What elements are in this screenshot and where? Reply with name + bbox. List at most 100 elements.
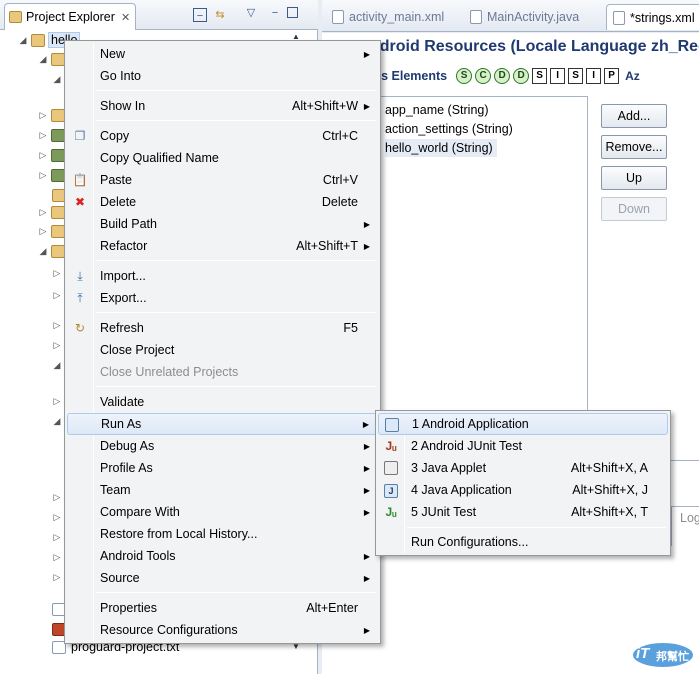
menu-item-import[interactable]: ⤓ Import... (67, 265, 378, 287)
tree-item[interactable]: ▷ (52, 336, 62, 354)
tree-item[interactable]: ◢ (38, 50, 65, 68)
collapse-arrow-icon[interactable]: ▷ (38, 130, 48, 141)
filter-color-icon[interactable]: C (475, 68, 492, 84)
tree-item[interactable]: ▷ (38, 203, 65, 221)
list-item[interactable]: action_settings (String) (385, 120, 513, 138)
expand-arrow-icon[interactable]: ◢ (52, 74, 62, 85)
expand-arrow-icon[interactable]: ◢ (18, 35, 28, 46)
tree-item[interactable]: ▷ (52, 508, 62, 526)
collapse-arrow-icon[interactable]: ▷ (52, 552, 62, 563)
tab-mainactivity-java[interactable]: MainActivity.java (464, 4, 585, 30)
tree-item[interactable]: ▷ (38, 222, 65, 240)
tree-item[interactable]: ▷ (52, 264, 62, 282)
minimize-icon[interactable]: − (268, 6, 282, 20)
collapse-arrow-icon[interactable]: ▷ (52, 572, 62, 583)
menu-item-refactor[interactable]: Refactor Alt+Shift+T ▶ (67, 235, 378, 257)
filter-style-icon[interactable]: S (532, 68, 548, 84)
collapse-arrow-icon[interactable]: ▷ (38, 170, 48, 181)
filter-dimension-icon[interactable]: D (494, 68, 511, 84)
link-with-editor-icon[interactable]: ⇆ (213, 8, 227, 22)
collapse-arrow-icon[interactable]: ▷ (52, 320, 62, 331)
collapse-arrow-icon[interactable]: ▷ (52, 396, 62, 407)
menu-item-java-application[interactable]: J 4 Java Application Alt+Shift+X, J (378, 479, 668, 501)
up-button[interactable]: Up (601, 166, 667, 190)
collapse-arrow-icon[interactable]: ▷ (38, 150, 48, 161)
collapse-arrow-icon[interactable]: ▷ (52, 268, 62, 279)
menu-item-android-tools[interactable]: Android Tools ▶ (67, 545, 378, 567)
list-item[interactable]: hello_world (String) (385, 139, 497, 157)
expand-arrow-icon[interactable]: ◢ (38, 246, 48, 257)
menu-item-compare-with[interactable]: Compare With ▶ (67, 501, 378, 523)
tree-item[interactable]: ◢ (52, 356, 62, 374)
menu-item-android-application[interactable]: 1 Android Application (378, 413, 668, 435)
expand-arrow-icon[interactable]: ◢ (38, 54, 48, 65)
tab-project-explorer[interactable]: Project Explorer ✕ (4, 3, 136, 30)
menu-item-go-into[interactable]: Go Into (67, 65, 378, 87)
sort-az-icon[interactable]: Az (625, 69, 640, 83)
collapse-arrow-icon[interactable]: ▷ (38, 207, 48, 218)
menu-item-copy[interactable]: ❐ Copy Ctrl+C (67, 125, 378, 147)
menu-item-close-project[interactable]: Close Project (67, 339, 378, 361)
collapse-arrow-icon[interactable]: ▷ (38, 110, 48, 121)
menu-item-debug-as[interactable]: Debug As ▶ (67, 435, 378, 457)
remove-button[interactable]: Remove... (601, 135, 667, 159)
close-icon[interactable]: ✕ (121, 11, 130, 24)
log-tab[interactable]: Log (671, 506, 699, 546)
tree-item[interactable]: ◢ (52, 412, 62, 430)
tree-item[interactable]: ◢ (52, 70, 62, 88)
filter-item-icon[interactable]: I (550, 68, 566, 84)
menu-item-paste[interactable]: 📋 Paste Ctrl+V (67, 169, 378, 191)
tree-item[interactable]: ▷ (52, 488, 62, 506)
tree-item[interactable]: ▷ (38, 146, 65, 164)
menu-item-resource-configurations[interactable]: Resource Configurations ▶ (67, 619, 378, 641)
menu-item-restore-from-local-history[interactable]: Restore from Local History... (67, 523, 378, 545)
menu-item-run-configurations[interactable]: Run Configurations... (378, 531, 668, 553)
tree-item[interactable]: ▷ (38, 106, 65, 124)
tree-item[interactable]: ▷ (52, 316, 62, 334)
menu-item-junit-test[interactable]: Jᵤ 5 JUnit Test Alt+Shift+X, T (378, 501, 668, 523)
filter-string-array-icon[interactable]: S (568, 68, 584, 84)
expand-arrow-icon[interactable]: ◢ (52, 360, 62, 371)
menu-item-source[interactable]: Source ▶ (67, 567, 378, 589)
tab-strings-xml[interactable]: *strings.xml (606, 4, 699, 30)
menu-item-team[interactable]: Team ▶ (67, 479, 378, 501)
collapse-all-icon[interactable]: − (193, 8, 207, 22)
maximize-icon[interactable] (287, 7, 298, 18)
tree-item[interactable]: ▷ (52, 568, 62, 586)
collapse-arrow-icon[interactable]: ▷ (52, 532, 62, 543)
tree-item[interactable]: ▷ (52, 528, 62, 546)
menu-item-java-applet[interactable]: 3 Java Applet Alt+Shift+X, A (378, 457, 668, 479)
tree-item[interactable]: ▷ (52, 392, 62, 410)
filter-string-icon[interactable]: S (456, 68, 473, 84)
filter-plurals-icon[interactable]: P (604, 68, 620, 84)
menu-item-copy-qualified-name[interactable]: Copy Qualified Name (67, 147, 378, 169)
menu-item-validate[interactable]: Validate (67, 391, 378, 413)
add-button[interactable]: Add... (601, 104, 667, 128)
tree-item[interactable]: ◢ (38, 242, 65, 260)
menu-item-show-in[interactable]: Show In Alt+Shift+W ▶ (67, 95, 378, 117)
view-menu-icon[interactable]: ▽ (244, 6, 258, 20)
menu-item-properties[interactable]: Properties Alt+Enter (67, 597, 378, 619)
collapse-arrow-icon[interactable]: ▷ (38, 226, 48, 237)
filter-integer-array-icon[interactable]: I (586, 68, 602, 84)
list-item[interactable]: app_name (String) (385, 101, 489, 119)
collapse-arrow-icon[interactable]: ▷ (52, 512, 62, 523)
tree-item[interactable]: ▷ (52, 548, 62, 566)
tree-item[interactable]: ▷ (38, 126, 65, 144)
collapse-arrow-icon[interactable]: ▷ (52, 340, 62, 351)
menu-item-android-junit-test[interactable]: Jᵤ 2 Android JUnit Test (378, 435, 668, 457)
tree-item[interactable]: ▷ (38, 166, 65, 184)
filter-drawable-icon[interactable]: D (513, 68, 530, 84)
menu-item-profile-as[interactable]: Profile As ▶ (67, 457, 378, 479)
expand-arrow-icon[interactable]: ◢ (52, 416, 62, 427)
tab-activity-main-xml[interactable]: activity_main.xml (326, 4, 450, 30)
menu-item-refresh[interactable]: ↻ Refresh F5 (67, 317, 378, 339)
collapse-arrow-icon[interactable]: ▷ (52, 492, 62, 503)
menu-item-delete[interactable]: ✖ Delete Delete (67, 191, 378, 213)
menu-item-new[interactable]: New ▶ (67, 43, 378, 65)
collapse-arrow-icon[interactable]: ▷ (52, 290, 62, 301)
tree-item[interactable]: ▷ (52, 286, 62, 304)
menu-item-export[interactable]: ⤒ Export... (67, 287, 378, 309)
menu-item-build-path[interactable]: Build Path ▶ (67, 213, 378, 235)
menu-item-run-as[interactable]: Run As ▶ (67, 413, 378, 435)
